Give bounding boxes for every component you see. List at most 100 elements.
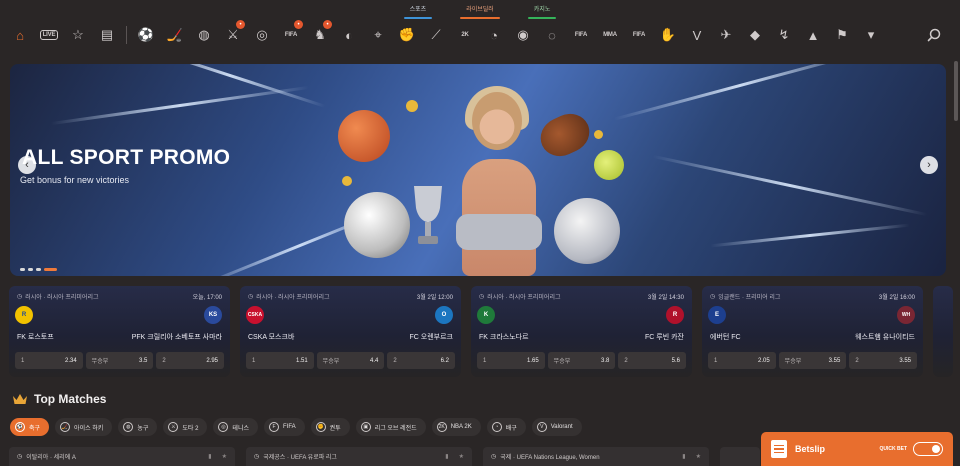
nba2k-icon[interactable]: 2K	[455, 25, 475, 45]
live-icon[interactable]: LIVE	[39, 25, 59, 45]
sport-chip[interactable]: ✊ 권투	[310, 418, 350, 436]
badminton-icon[interactable]: ✈	[716, 25, 736, 45]
tab-live-dealer[interactable]: 라이브딜러	[460, 4, 500, 19]
banner-dot-active[interactable]	[44, 268, 57, 271]
sport-chip[interactable]: ◔ 배구	[486, 418, 526, 436]
match-card[interactable]: ◷ 러시아 · 러시아 프리미어리그 3월 2일 14:30 K R FK 크라스…	[471, 286, 692, 377]
odd-draw-button[interactable]: 무승부 3.8	[547, 352, 616, 369]
away-team-logo: KS	[204, 306, 222, 324]
odd-draw-button[interactable]: 무승부 4.4	[316, 352, 385, 369]
match-card[interactable]: ◷ 러시아 · 러시아 프리미어리그 오늘, 17:00 R KS FK 로스토프…	[9, 286, 230, 377]
tab-sports[interactable]: 스포츠	[403, 4, 433, 19]
banner-prev-button[interactable]: ‹	[18, 156, 36, 174]
live-glyph: LIVE	[39, 30, 59, 40]
match-card-partial[interactable]	[933, 286, 953, 377]
golf-glyph: ◌	[548, 27, 556, 43]
match-card[interactable]: ◷ 러시아 · 러시아 프리미어리그 3월 2일 12:00 CSKA O CSK…	[240, 286, 461, 377]
sport-chip[interactable]: ▣ 리그 오브 레전드	[355, 418, 426, 436]
quick-bet-toggle[interactable]	[913, 442, 943, 456]
stats-icon[interactable]: ▮	[208, 453, 211, 460]
sport-chip[interactable]: ◍ 농구	[118, 418, 158, 436]
odd-draw-button[interactable]: 무승부 3.5	[85, 352, 154, 369]
away-team-name: FC 루빈 카잔	[645, 334, 684, 341]
league-row[interactable]: ◷ 이탈리아 · 세리에 A ▮ ★	[9, 447, 235, 466]
odd-away-button[interactable]: 2 3.55	[849, 352, 918, 369]
stats-icon[interactable]: ▮	[445, 453, 448, 460]
scrollbar-thumb[interactable]	[954, 61, 958, 121]
banner-next-button[interactable]: ›	[920, 156, 938, 174]
american-football-icon[interactable]: ◆	[745, 25, 765, 45]
fifa-icon[interactable]: FIFA •	[281, 20, 303, 45]
search-icon[interactable]	[924, 25, 944, 45]
sport-chip[interactable]: 🏒 아이스 하키	[55, 418, 113, 436]
sport-chip[interactable]: F FIFA	[263, 418, 305, 436]
odd-home-button[interactable]: 1 2.05	[708, 352, 776, 369]
golf-icon[interactable]: ◌	[542, 25, 562, 45]
odd-away-button[interactable]: 2 5.6	[618, 352, 687, 369]
banner-dot[interactable]	[36, 268, 41, 271]
league-row-partial[interactable]	[720, 447, 760, 466]
match-card[interactable]: ◷ 잉글랜드 · 프리미어 리그 3월 2일 16:00 E WH 에버턴 FC …	[702, 286, 923, 377]
handball-icon[interactable]: ◉	[513, 25, 533, 45]
odd-draw-button[interactable]: 무승부 3.55	[778, 352, 847, 369]
basketball-icon[interactable]: ◍	[194, 25, 214, 45]
league-icon[interactable]: ▲	[803, 25, 823, 45]
table-tennis-icon[interactable]: ◐	[339, 25, 359, 45]
coin-image	[594, 130, 603, 139]
fifa-glyph: FIFA	[284, 32, 298, 38]
ice-hockey-glyph: 🏒	[166, 27, 184, 42]
sport-chip[interactable]: ⚽ 축구	[10, 418, 50, 436]
stats-icon[interactable]: ▮	[682, 453, 685, 460]
odd-home-button[interactable]: 1 1.51	[246, 352, 314, 369]
soccer-icon[interactable]: ⚽	[136, 25, 156, 45]
sport-chip[interactable]: 2K NBA 2K	[431, 418, 481, 436]
odd-away-button[interactable]: 2 2.95	[156, 352, 225, 369]
valorant-icon[interactable]: V	[687, 25, 707, 45]
sport-chip-label: 배구	[505, 425, 517, 432]
clock-icon: ◷	[248, 294, 254, 300]
sport-chip[interactable]: ⚔ 도타 2	[163, 418, 208, 436]
sport-chip[interactable]: ◎ 테니스	[213, 418, 258, 436]
sport-chip-icon: V	[536, 422, 547, 432]
counter-strike-icon[interactable]: ⌖	[368, 25, 388, 45]
page-scrollbar[interactable]	[954, 55, 959, 466]
esports-fighter-icon[interactable]: ♞ •	[310, 20, 332, 45]
tennis-icon[interactable]: ◎	[252, 25, 272, 45]
league-row[interactable]: ◷ 국제공스 · UEFA 유로파 리그 ▮ ★	[246, 447, 472, 466]
volleyball-icon[interactable]: ◔	[484, 25, 504, 45]
mma-glove-icon[interactable]: ✊	[397, 25, 417, 45]
card-time: 3월 2일 12:00	[416, 295, 453, 301]
promo-banner[interactable]: ALL SPORT PROMO Get bonus for new victor…	[10, 64, 946, 276]
betslip-history-icon[interactable]: ▤	[97, 25, 117, 45]
odd-away-button[interactable]: 2 6.2	[387, 352, 456, 369]
sport-chip-label: 리그 오브 레전드	[374, 425, 417, 432]
banner-dot[interactable]	[28, 268, 33, 271]
star-icon[interactable]: ★	[459, 453, 464, 460]
card-time: 3월 2일 16:00	[878, 295, 915, 301]
banner-dot[interactable]	[20, 268, 25, 271]
boxing-icon[interactable]: ✋	[658, 25, 678, 45]
odd-home-button[interactable]: 1 1.65	[477, 352, 545, 369]
odd-home-button[interactable]: 1 2.34	[15, 352, 83, 369]
volleyball-image	[554, 198, 620, 264]
star-icon[interactable]: ★	[222, 453, 227, 460]
betslip-panel[interactable]: Betslip QUICK BET	[761, 432, 953, 466]
cricket-icon[interactable]: ⟋	[426, 25, 446, 45]
sport-chip[interactable]: V Valorant	[531, 418, 582, 436]
racing-flag-icon[interactable]: ⚑	[832, 25, 852, 45]
mma-icon[interactable]: MMA	[600, 25, 620, 45]
betslip-label: Betslip	[795, 444, 826, 454]
home-icon[interactable]: ⌂	[10, 25, 30, 45]
flag-icon: ◷	[254, 454, 260, 460]
dota-icon[interactable]: ⚔ •	[223, 20, 245, 45]
more-chevron-icon[interactable]: ▾	[861, 25, 881, 45]
tab-casino[interactable]: 카지노	[527, 4, 557, 19]
star-icon[interactable]: ★	[696, 453, 701, 460]
ice-hockey-icon[interactable]: 🏒	[165, 25, 185, 45]
favorites-icon[interactable]: ☆	[68, 25, 88, 45]
fifa-volta-icon[interactable]: FIFA	[571, 25, 591, 45]
league-row[interactable]: ◷ 국제 · UEFA Nations League, Women ▮ ★	[483, 447, 709, 466]
sport-chip-label: 농구	[137, 425, 149, 432]
fifa-penalty-icon[interactable]: FIFA	[629, 25, 649, 45]
darts-icon[interactable]: ↯	[774, 25, 794, 45]
